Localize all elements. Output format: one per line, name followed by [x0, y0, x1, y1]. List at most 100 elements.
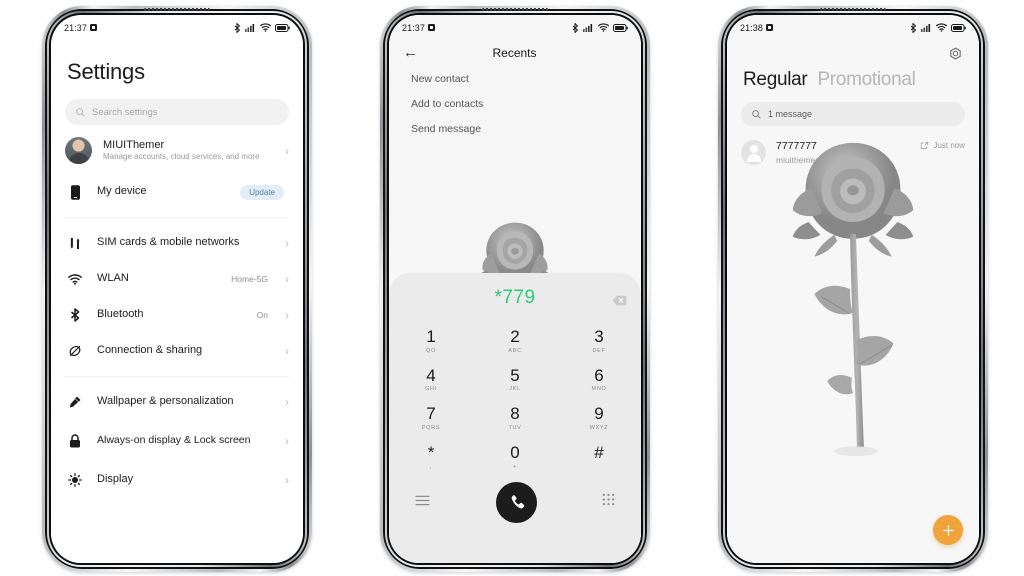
battery-status-icon — [275, 23, 290, 32]
key-digit: 3 — [594, 327, 604, 346]
notification-icon — [90, 24, 98, 31]
status-time: 21:37 — [402, 22, 426, 33]
back-arrow-icon[interactable]: ← — [403, 45, 418, 60]
key-letters: DEF — [592, 347, 606, 354]
settings-row-lockscreen[interactable]: Always-on display & Lock screen › — [51, 420, 303, 462]
dialer-header: ← Recents — [389, 37, 641, 60]
new-message-fab[interactable] — [933, 515, 963, 545]
key-letters: WXYZ — [589, 425, 609, 432]
key-digit: 8 — [510, 404, 520, 424]
key-hash[interactable]: # — [557, 439, 641, 476]
key-digit: 9 — [594, 404, 604, 424]
key-5[interactable]: 5 JKL — [473, 362, 557, 399]
call-button[interactable] — [495, 481, 537, 523]
settings-row-my-device[interactable]: My device Update — [51, 174, 303, 210]
key-9[interactable]: 9 WXYZ — [557, 400, 641, 437]
key-1[interactable]: 1 QO — [389, 323, 473, 360]
search-value: 1 message — [768, 109, 813, 119]
settings-row-label: My device — [97, 185, 147, 198]
tab-promotional[interactable]: Promotional — [817, 69, 915, 91]
account-name: MIUIThemer — [103, 138, 165, 151]
search-input[interactable]: 1 message — [741, 102, 965, 126]
chevron-right-icon: › — [285, 473, 289, 487]
divider — [65, 217, 289, 218]
account-text: MIUIThemer Manage accounts, cloud servic… — [103, 139, 274, 163]
phone-screen-dialer: 21:37 ← Recents New contact Add to conta… — [389, 15, 641, 563]
key-7[interactable]: 7 PQRS — [389, 400, 473, 437]
key-digit: 4 — [426, 365, 436, 385]
key-star[interactable]: *, — [389, 439, 473, 476]
key-6[interactable]: 6 MNO — [557, 362, 641, 399]
keypad-icon[interactable] — [602, 493, 615, 511]
status-left: 21:37 — [64, 23, 98, 33]
key-0[interactable]: 0 + — [473, 439, 557, 476]
phone-screen-settings: 21:37 Settings Search settings MIUITheme… — [51, 15, 303, 563]
dialer-bottom-bar — [389, 476, 641, 523]
signal-status-icon — [583, 24, 593, 32]
bluetooth-status-icon — [572, 22, 579, 33]
dial-pad: *779 1 QO 2 ABC 3 DEF 4 GHI 5 JKL 6 MNO 7 PQRS … — [389, 273, 641, 563]
menu-item-send-message[interactable]: Send message — [389, 110, 641, 135]
dialer-body: ← Recents New contact Add to contacts Se… — [389, 37, 641, 563]
avatar — [741, 140, 766, 165]
tab-regular[interactable]: Regular — [743, 69, 808, 91]
earpiece-speaker — [144, 8, 210, 11]
key-8[interactable]: 8 TUV — [473, 400, 557, 437]
bluetooth-status-icon — [234, 22, 241, 33]
search-placeholder: Search settings — [92, 106, 158, 118]
settings-body: Settings Search settings MIUIThemer Mana… — [51, 37, 303, 563]
key-digit: * — [427, 443, 435, 463]
settings-row-wlan[interactable]: WLAN Home-5G › — [51, 261, 303, 297]
phone-mockup-messages: 21:38 Regular Promotional 1 message 7777… — [718, 6, 988, 572]
settings-row-connection[interactable]: Connection & sharing › — [51, 333, 303, 369]
rose-wallpaper-icon — [792, 142, 914, 457]
menu-icon[interactable] — [415, 493, 430, 511]
settings-row-sim[interactable]: SIM cards & mobile networks › — [51, 225, 303, 261]
key-letters: , — [429, 463, 433, 470]
key-3[interactable]: 3 DEF — [557, 323, 641, 360]
key-digit: 7 — [426, 404, 436, 424]
tab-bar: Regular Promotional — [727, 37, 979, 91]
settings-row-display[interactable]: Display › — [51, 462, 303, 498]
keypad-grid: 1 QO 2 ABC 3 DEF 4 GHI 5 JKL 6 MNO 7 PQRS 8 TUV … — [389, 323, 641, 476]
key-digit: # — [594, 443, 604, 463]
link-icon — [65, 344, 85, 358]
phone-mockup-dialer: 21:37 ← Recents New contact Add to conta… — [380, 6, 650, 572]
key-digit: 0 — [510, 443, 520, 463]
account-subtitle: Manage accounts, cloud services, and mor… — [103, 151, 260, 161]
key-4[interactable]: 4 GHI — [389, 362, 473, 399]
status-bar: 21:37 — [389, 15, 641, 37]
update-badge[interactable]: Update — [240, 184, 284, 200]
phone-mockup-settings: 21:37 Settings Search settings MIUITheme… — [42, 6, 312, 572]
settings-row-label: Always-on display & Lock screen — [97, 434, 251, 447]
backspace-icon[interactable] — [612, 293, 627, 311]
settings-row-wallpaper[interactable]: Wallpaper & personalization › — [51, 384, 303, 420]
chevron-right-icon: › — [285, 434, 289, 448]
chevron-right-icon: › — [285, 344, 289, 358]
key-digit: 1 — [426, 327, 436, 346]
page-title: Settings — [67, 59, 145, 84]
plus-icon — [942, 524, 954, 536]
settings-row-value: Home-5G — [231, 274, 268, 284]
settings-row-bluetooth[interactable]: Bluetooth On › — [51, 297, 303, 333]
battery-status-icon — [613, 23, 628, 32]
settings-row-label: Wallpaper & personalization — [97, 395, 234, 408]
earpiece-speaker — [820, 8, 886, 11]
avatar — [65, 137, 92, 164]
chevron-right-icon: › — [285, 272, 289, 286]
signal-status-icon — [921, 24, 931, 32]
key-2[interactable]: 2 ABC — [473, 323, 557, 360]
gear-icon[interactable] — [948, 47, 963, 67]
key-digit: 6 — [594, 365, 604, 385]
menu-item-new-contact[interactable]: New contact — [389, 60, 641, 85]
messages-body: Regular Promotional 1 message 7777777 mi… — [727, 37, 979, 563]
search-input[interactable]: Search settings — [65, 99, 289, 125]
key-letters: PQRS — [421, 425, 441, 432]
key-letters: GHI — [425, 386, 437, 393]
account-row[interactable]: MIUIThemer Manage accounts, cloud servic… — [51, 125, 303, 174]
status-time: 21:38 — [740, 22, 764, 33]
menu-item-add-to-contacts[interactable]: Add to contacts — [389, 85, 641, 110]
wifi-status-icon — [260, 23, 271, 32]
settings-row-label: Display — [97, 473, 134, 486]
bluetooth-status-icon — [910, 22, 917, 33]
